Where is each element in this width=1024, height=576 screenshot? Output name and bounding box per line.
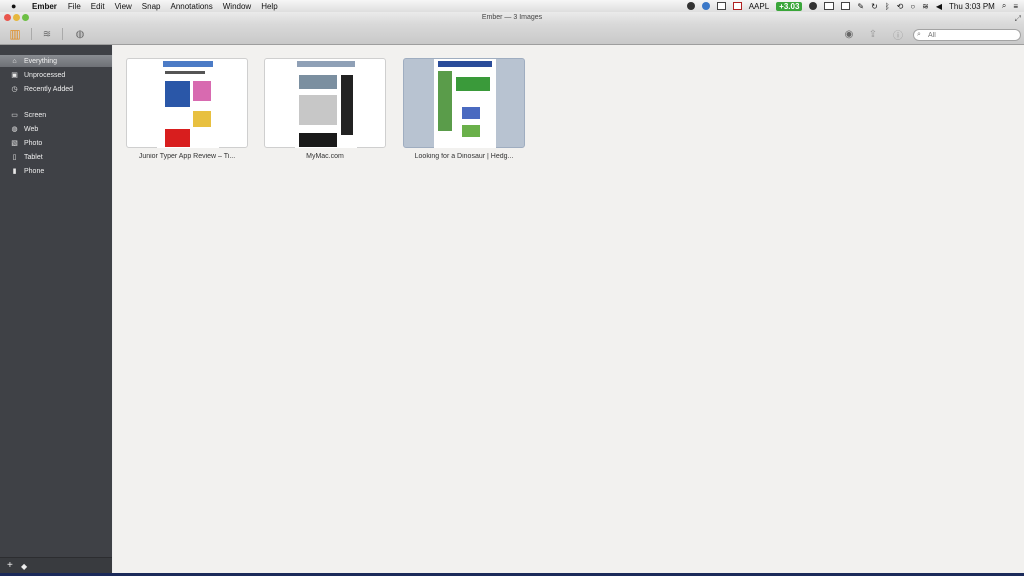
screen-icon: ▭	[11, 112, 18, 119]
app-menu[interactable]: Ember	[32, 2, 57, 11]
notification-center-icon[interactable]: ≡	[1013, 2, 1018, 11]
sync-icon[interactable]: ↻	[871, 2, 878, 11]
sidebar: ⌂ Everything ▣ Unprocessed ◷ Recently Ad…	[0, 45, 112, 576]
thumbnail-image	[434, 59, 496, 148]
sidebar-item-label: Recently Added	[24, 85, 74, 93]
sidebar-item-recently-added[interactable]: ◷ Recently Added	[0, 83, 112, 95]
search-input[interactable]	[928, 30, 1016, 40]
image-card-title: MyMac.com	[306, 153, 344, 160]
sidebar-item-label: Tablet	[24, 153, 43, 161]
zoom-window-button[interactable]	[22, 14, 29, 21]
sidebar-item-screen[interactable]: ▭ Screen	[0, 109, 112, 121]
sidebar-item-tablet[interactable]: ▯ Tablet	[0, 151, 112, 163]
dropbox-icon[interactable]	[701, 2, 710, 10]
image-grid: Junior Typer App Review – Ti... MyMac.co…	[113, 45, 1024, 576]
status-dot-icon[interactable]	[686, 2, 695, 10]
search-icon: ⌕	[917, 31, 921, 38]
library-icon[interactable]: ▥	[8, 27, 22, 41]
info-icon[interactable]: ⓘ	[891, 27, 905, 42]
volume-icon[interactable]: ◀	[936, 2, 942, 11]
image-card-title: Looking for a Dinosaur | Hedg...	[414, 153, 514, 160]
thumbnail-image	[295, 59, 357, 148]
window-title-bar: Ember — 3 Images ⤢	[0, 12, 1024, 24]
sidebar-item-unprocessed[interactable]: ▣ Unprocessed	[0, 69, 112, 81]
sidebar-item-label: Unprocessed	[24, 71, 66, 79]
wifi-icon[interactable]: ≋	[922, 2, 929, 11]
sidebar-item-phone[interactable]: ▮ Phone	[0, 165, 112, 177]
image-card-mymac[interactable]	[264, 58, 386, 148]
toolbar-separator	[31, 28, 32, 40]
sidebar-item-label: Screen	[24, 111, 47, 119]
menu-annotations[interactable]: Annotations	[170, 2, 212, 11]
toolbar-separator	[62, 28, 63, 40]
add-icon[interactable]: +	[7, 560, 13, 571]
tablet-icon: ▯	[12, 154, 17, 161]
sidebar-item-label: Web	[24, 125, 39, 133]
thumbnail-image	[157, 59, 219, 148]
sidebar-item-label: Photo	[24, 139, 43, 147]
clock[interactable]: Thu 3:03 PM	[949, 2, 995, 11]
image-card-junior-typer[interactable]	[126, 58, 248, 148]
chat-icon[interactable]: ○	[910, 2, 915, 11]
battery-icon[interactable]	[824, 2, 835, 10]
display-icon[interactable]	[841, 2, 851, 10]
camera-icon[interactable]: ◉	[842, 27, 856, 41]
time-machine-icon[interactable]: ⟲	[897, 2, 904, 11]
notes-icon[interactable]	[732, 2, 742, 10]
menu-help[interactable]: Help	[261, 2, 277, 11]
phone-icon: ▮	[12, 168, 17, 175]
photo-icon: ▧	[11, 140, 18, 147]
apple-menu-icon[interactable]: ●	[11, 1, 21, 11]
toolbar: ▥ ≋ ◍ ◉ ⇪ ⓘ ⌕	[0, 24, 1024, 45]
sidebar-item-photo[interactable]: ▧ Photo	[0, 137, 112, 149]
window-title: Ember — 3 Images	[481, 14, 543, 21]
bluetooth-icon[interactable]: ᛒ	[885, 2, 890, 11]
stock-symbol[interactable]: AAPL	[749, 2, 769, 11]
hat-icon[interactable]	[809, 2, 818, 10]
sidebar-item-web[interactable]: ◍ Web	[0, 123, 112, 135]
menu-snap[interactable]: Snap	[142, 2, 161, 11]
clock-icon: ◷	[11, 86, 18, 93]
menu-view[interactable]: View	[115, 2, 132, 11]
search-field[interactable]: ⌕	[913, 29, 1021, 41]
rss-icon[interactable]: ≋	[40, 27, 54, 41]
tools-icon[interactable]: ✎	[857, 2, 864, 11]
minimize-window-button[interactable]	[13, 14, 20, 21]
globe-icon: ◍	[11, 126, 18, 133]
calendar-icon[interactable]	[716, 2, 726, 10]
tag-icon[interactable]: ◆	[21, 562, 27, 571]
image-card-title: Junior Typer App Review – Ti...	[138, 153, 236, 160]
inbox-icon: ▣	[11, 72, 18, 79]
globe-icon[interactable]: ◍	[73, 27, 87, 41]
sidebar-item-label: Phone	[24, 167, 45, 175]
menu-edit[interactable]: Edit	[91, 2, 105, 11]
menu-window[interactable]: Window	[223, 2, 251, 11]
home-icon: ⌂	[12, 57, 17, 65]
stock-change-badge[interactable]: +3.03	[776, 1, 803, 11]
spotlight-icon[interactable]: ⌕	[1002, 1, 1006, 11]
sidebar-item-label: Everything	[24, 57, 58, 65]
menu-file[interactable]: File	[68, 2, 81, 11]
image-card-dinosaur[interactable]	[403, 58, 525, 148]
share-icon[interactable]: ⇪	[866, 27, 880, 41]
close-window-button[interactable]	[4, 14, 11, 21]
sidebar-item-everything[interactable]: ⌂ Everything	[0, 55, 112, 67]
